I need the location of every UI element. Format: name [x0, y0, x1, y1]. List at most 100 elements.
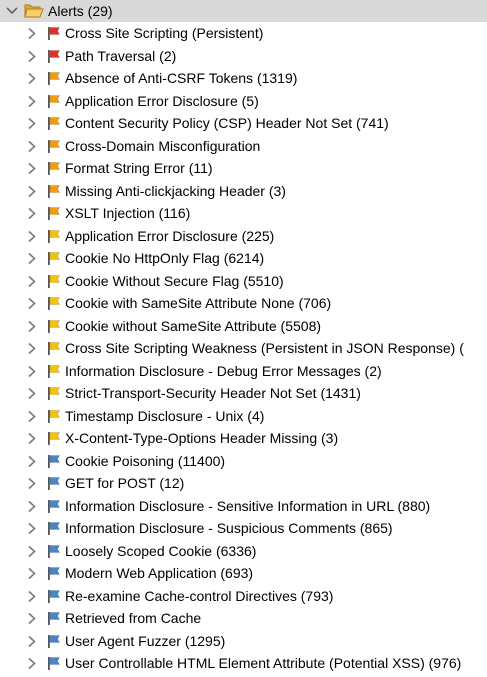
chevron-right-icon[interactable] — [27, 117, 37, 130]
alert-tree-item[interactable]: Timestamp Disclosure - Unix (4) — [0, 405, 487, 428]
alerts-root-label: Alerts (29) — [48, 3, 113, 19]
chevron-right-icon[interactable] — [27, 410, 37, 423]
chevron-down-icon[interactable] — [5, 2, 19, 20]
chevron-right-icon[interactable] — [27, 185, 37, 198]
alerts-root-node[interactable]: Alerts (29) — [0, 0, 487, 22]
alert-label: Modern Web Application (693) — [65, 565, 254, 581]
chevron-right-icon[interactable] — [27, 635, 37, 648]
chevron-right-icon[interactable] — [27, 27, 37, 40]
low-risk-flag-icon — [48, 252, 61, 265]
low-risk-flag-icon — [48, 319, 61, 333]
chevron-right-icon[interactable] — [27, 252, 37, 265]
chevron-right-icon[interactable] — [27, 612, 37, 625]
alert-label: Cookie Poisoning (11400) — [65, 452, 226, 469]
chevron-right-icon[interactable] — [27, 455, 37, 468]
low-risk-flag-icon — [48, 229, 61, 243]
alert-tree-item[interactable]: Strict-Transport-Security Header Not Set… — [0, 382, 487, 405]
chevron-right-icon[interactable] — [27, 365, 37, 378]
chevron-right-icon[interactable] — [27, 432, 37, 445]
chevron-right-icon[interactable] — [27, 522, 37, 535]
alert-tree-item[interactable]: Cookie Poisoning (11400) — [0, 450, 487, 473]
alert-label: GET for POST (12) — [65, 475, 185, 491]
chevron-right-icon[interactable] — [27, 477, 37, 490]
chevron-right-icon[interactable] — [27, 387, 37, 400]
info-risk-flag-icon — [48, 544, 61, 558]
info-risk-flag-icon — [48, 522, 61, 535]
chevron-right-icon[interactable] — [27, 95, 37, 108]
alert-tree-item[interactable]: Cross Site Scripting Weakness (Persisten… — [0, 337, 487, 360]
alert-tree-item[interactable]: Cookie Without Secure Flag (5510) — [0, 270, 487, 293]
alert-label: Cookie with SameSite Attribute None (706… — [65, 295, 332, 311]
alert-tree-item[interactable]: Absence of Anti-CSRF Tokens (1319) — [0, 67, 487, 90]
alert-label: Application Error Disclosure (5) — [65, 92, 259, 109]
alert-tree-item[interactable]: Loosely Scoped Cookie (6336) — [0, 540, 487, 563]
open-folder-icon — [24, 4, 44, 18]
chevron-right-icon[interactable] — [27, 207, 37, 220]
alert-tree-item[interactable]: Content Security Policy (CSP) Header Not… — [0, 112, 487, 135]
alert-tree-item[interactable]: Cross-Domain Misconfiguration — [0, 135, 487, 158]
alert-tree-item[interactable]: User Controllable HTML Element Attribute… — [0, 652, 487, 675]
alert-tree-item[interactable]: Re-examine Cache-control Directives (793… — [0, 585, 487, 608]
chevron-right-icon[interactable] — [27, 320, 37, 333]
alert-label: Loosely Scoped Cookie (6336) — [65, 542, 257, 559]
chevron-right-icon[interactable] — [27, 230, 37, 243]
alert-label: Information Disclosure - Sensitive Infor… — [65, 497, 431, 514]
alert-label: Missing Anti-clickjacking Header (3) — [65, 182, 286, 199]
info-risk-flag-icon — [48, 634, 61, 648]
alert-label: Timestamp Disclosure - Unix (4) — [65, 407, 265, 424]
alert-tree-item[interactable]: User Agent Fuzzer (1295) — [0, 630, 487, 653]
low-risk-flag-icon — [48, 432, 61, 445]
alert-tree-item[interactable]: GET for POST (12) — [0, 472, 487, 495]
chevron-right-icon[interactable] — [27, 140, 37, 153]
alert-label: Retrieved from Cache — [65, 610, 202, 626]
alert-label: User Controllable HTML Element Attribute… — [65, 655, 462, 671]
chevron-right-icon[interactable] — [27, 500, 37, 513]
alert-tree-item[interactable]: Information Disclosure - Sensitive Infor… — [0, 495, 487, 518]
alert-label: XSLT Injection (116) — [65, 205, 191, 221]
alert-tree-item[interactable]: Cookie No HttpOnly Flag (6214) — [0, 247, 487, 270]
chevron-right-icon[interactable] — [27, 50, 37, 63]
chevron-right-icon[interactable] — [27, 657, 37, 670]
alert-label: Cross-Domain Misconfiguration — [65, 137, 261, 154]
alert-label: Strict-Transport-Security Header Not Set… — [65, 385, 361, 401]
info-risk-flag-icon — [48, 499, 61, 513]
alert-label: Information Disclosure - Suspicious Comm… — [65, 520, 393, 536]
chevron-right-icon[interactable] — [27, 545, 37, 558]
alert-tree-item[interactable]: Format String Error (11) — [0, 157, 487, 180]
medium-risk-flag-icon — [48, 117, 61, 130]
alert-label: Application Error Disclosure (225) — [65, 227, 275, 244]
low-risk-flag-icon — [48, 364, 61, 378]
alert-label: Path Traversal (2) — [65, 47, 177, 64]
chevron-right-icon[interactable] — [27, 275, 37, 288]
alert-tree-item[interactable]: Cookie with SameSite Attribute None (706… — [0, 292, 487, 315]
alert-tree-item[interactable]: Path Traversal (2) — [0, 45, 487, 68]
chevron-right-icon[interactable] — [27, 342, 37, 355]
alert-tree-item[interactable]: Missing Anti-clickjacking Header (3) — [0, 180, 487, 203]
chevron-right-icon[interactable] — [27, 297, 37, 310]
alert-tree-item[interactable]: Retrieved from Cache — [0, 607, 487, 630]
medium-risk-flag-icon — [48, 94, 61, 108]
alert-tree-item[interactable]: Cookie without SameSite Attribute (5508) — [0, 315, 487, 338]
alert-tree-item[interactable]: Application Error Disclosure (225) — [0, 225, 487, 248]
medium-risk-flag-icon — [48, 139, 61, 153]
high-risk-flag-icon — [48, 27, 61, 40]
alert-tree-item[interactable]: X-Content-Type-Options Header Missing (3… — [0, 427, 487, 450]
info-risk-flag-icon — [48, 589, 61, 603]
chevron-right-icon[interactable] — [27, 590, 37, 603]
info-risk-flag-icon — [48, 612, 61, 625]
alert-label: Cookie Without Secure Flag (5510) — [65, 272, 284, 289]
chevron-right-icon[interactable] — [27, 162, 37, 175]
alert-tree-item[interactable]: Information Disclosure - Suspicious Comm… — [0, 517, 487, 540]
chevron-right-icon[interactable] — [27, 72, 37, 85]
alert-tree-item[interactable]: XSLT Injection (116) — [0, 202, 487, 225]
chevron-right-icon[interactable] — [27, 567, 37, 580]
alert-tree-item[interactable]: Modern Web Application (693) — [0, 562, 487, 585]
alerts-tree: Alerts (29) Cross Site Scripting (Persis… — [0, 0, 487, 677]
alert-label: X-Content-Type-Options Header Missing (3… — [65, 430, 339, 446]
low-risk-flag-icon — [48, 297, 61, 310]
alert-tree-item[interactable]: Cross Site Scripting (Persistent) — [0, 22, 487, 45]
high-risk-flag-icon — [48, 49, 61, 63]
alert-label: User Agent Fuzzer (1295) — [65, 632, 226, 649]
alert-tree-item[interactable]: Application Error Disclosure (5) — [0, 90, 487, 113]
alert-tree-item[interactable]: Information Disclosure - Debug Error Mes… — [0, 360, 487, 383]
